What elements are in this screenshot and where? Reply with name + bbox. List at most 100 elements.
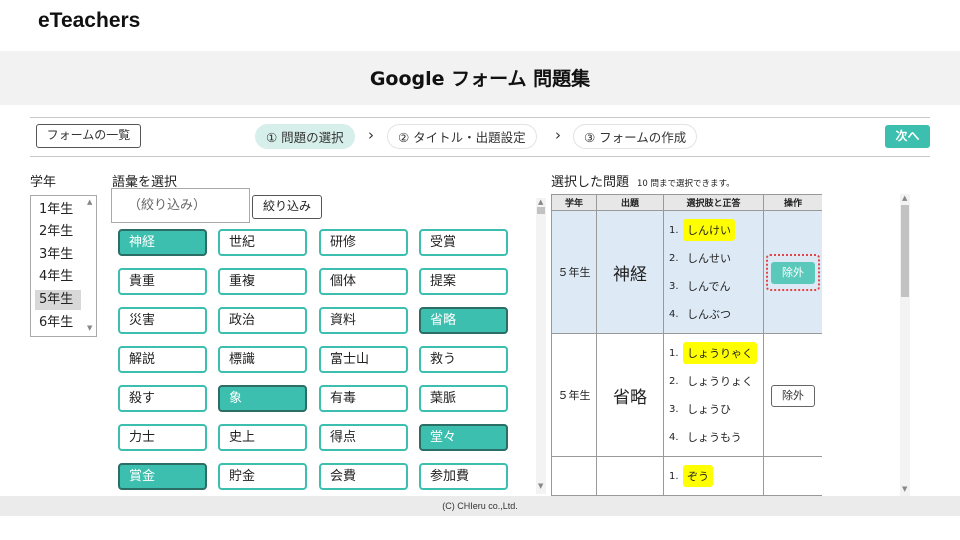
question-row: ５年生 神経 1. しんけい 2. しんせい 3. しんでん 4. しんぶつ 除外 <box>551 210 822 334</box>
question-word <box>596 456 664 496</box>
grade-option[interactable]: 1年生 <box>35 200 81 220</box>
vocab-chip[interactable]: 重複 <box>218 268 307 295</box>
vocab-chip[interactable]: 資料 <box>319 307 408 334</box>
selected-limit-note: 10 問まで選択できます。 <box>637 179 735 189</box>
choice-number: 1. <box>669 347 679 359</box>
scroll-up-icon[interactable]: ▲ <box>87 198 92 206</box>
step-title-settings[interactable]: ② タイトル・出題設定 <box>387 124 537 149</box>
page-title: Google フォーム 問題集 <box>369 68 591 90</box>
chevron-right-icon: › <box>368 126 374 144</box>
grade-option[interactable]: 4年生 <box>35 267 81 287</box>
brand-logo: eTeachers <box>38 9 141 32</box>
vocab-chip-selected[interactable]: 賞金 <box>118 463 207 490</box>
question-action <box>763 456 822 496</box>
vocab-chip[interactable]: 解説 <box>118 346 207 373</box>
filter-input[interactable]: （絞り込み） <box>111 188 250 223</box>
vocab-chip[interactable]: 会費 <box>319 463 408 490</box>
question-choices: 1. しょうりゃく 2. しょうりょく 3. しょうひ 4. しょうもう <box>663 333 764 457</box>
question-word: 神経 <box>596 210 664 334</box>
vocab-scrollbar[interactable]: ▲ ▼ <box>536 198 546 494</box>
vocab-chip[interactable]: 貯金 <box>218 463 307 490</box>
form-list-button[interactable]: フォームの一覧 <box>36 124 141 148</box>
scroll-down-icon[interactable]: ▼ <box>538 482 543 490</box>
question-action: 除外 <box>763 210 822 334</box>
vocab-chip[interactable]: 参加費 <box>419 463 508 490</box>
vocab-chip[interactable]: 災害 <box>118 307 207 334</box>
grade-label: 学年 <box>30 175 57 190</box>
choice-number: 4. <box>669 308 679 320</box>
vocab-chip[interactable]: 力士 <box>118 424 207 451</box>
choice-correct: しんけい <box>683 219 735 241</box>
vocab-chip[interactable]: 提案 <box>419 268 508 295</box>
choice-item: 2. しんせい <box>664 244 763 272</box>
column-header-choices: 選択肢と正答 <box>663 194 764 211</box>
choice-number: 1. <box>669 470 679 482</box>
choice-item: 1. しょうりゃく <box>664 339 763 367</box>
footer-copyright: (C) CHIeru co.,Ltd. <box>0 496 960 516</box>
table-scroll-thumb[interactable] <box>901 205 909 297</box>
vocab-chip[interactable]: 史上 <box>218 424 307 451</box>
scroll-up-icon[interactable]: ▲ <box>538 198 543 206</box>
selected-questions-table: 学年 出題 選択肢と正答 操作 ５年生 神経 1. しんけい 2. しんせい 3. しんでん 4… <box>551 194 822 496</box>
next-button[interactable]: 次へ <box>885 125 930 148</box>
choice-item: 3. しょうひ <box>664 395 763 423</box>
choice-number: 3. <box>669 403 679 415</box>
choice-text: しょうりょく <box>687 375 753 388</box>
choice-text: しんぶつ <box>687 308 731 321</box>
choice-number: 1. <box>669 224 679 236</box>
exclude-button[interactable]: 除外 <box>771 384 815 407</box>
vocab-scroll-thumb[interactable] <box>537 207 545 214</box>
selected-panel-header: 選択した問題 10 問まで選択できます。 <box>551 171 735 190</box>
vocab-chip[interactable]: 殺す <box>118 385 207 412</box>
grade-listbox[interactable]: 1年生 2年生 3年生 4年生 5年生 6年生 ▲ ▼ <box>30 195 97 337</box>
choice-item: 2. しょうりょく <box>664 367 763 395</box>
step-select-questions[interactable]: ① 問題の選択 <box>255 124 355 149</box>
grade-option[interactable]: 2年生 <box>35 222 81 242</box>
vocab-chip[interactable]: 研修 <box>319 229 408 256</box>
table-scrollbar[interactable]: ▲ ▼ <box>900 194 910 496</box>
step-create-form[interactable]: ③ フォームの作成 <box>573 124 698 149</box>
divider-steps <box>30 156 930 157</box>
question-row: 1. ぞう <box>551 456 822 496</box>
grade-option-selected[interactable]: 5年生 <box>35 290 81 310</box>
vocab-chip[interactable]: 政治 <box>218 307 307 334</box>
grade-option[interactable]: 6年生 <box>35 313 81 333</box>
vocab-chip[interactable]: 個体 <box>319 268 408 295</box>
chevron-right-icon: › <box>555 126 561 144</box>
scroll-up-icon[interactable]: ▲ <box>902 194 907 202</box>
vocab-chip[interactable]: 葉脈 <box>419 385 508 412</box>
question-grade <box>551 456 597 496</box>
vocab-chip-selected[interactable]: 象 <box>218 385 307 412</box>
vocab-chip[interactable]: 受賞 <box>419 229 508 256</box>
vocab-chip[interactable]: 標識 <box>218 346 307 373</box>
scroll-down-icon[interactable]: ▼ <box>902 485 907 493</box>
vocab-chip-selected[interactable]: 省略 <box>419 307 508 334</box>
vocab-chip-selected[interactable]: 神経 <box>118 229 207 256</box>
vocab-chip[interactable]: 世紀 <box>218 229 307 256</box>
choice-text: しんせい <box>687 252 731 265</box>
column-header-question: 出題 <box>596 194 664 211</box>
app-root: eTeachers Google フォーム 問題集 フォームの一覧 ① 問題の選… <box>0 0 960 540</box>
vocab-chip[interactable]: 富士山 <box>319 346 408 373</box>
vocab-chip[interactable]: 救う <box>419 346 508 373</box>
question-choices: 1. しんけい 2. しんせい 3. しんでん 4. しんぶつ <box>663 210 764 334</box>
choice-number: 4. <box>669 431 679 443</box>
choice-correct: ぞう <box>683 465 713 487</box>
choice-number: 3. <box>669 280 679 292</box>
vocab-chip[interactable]: 有毒 <box>319 385 408 412</box>
grade-option[interactable]: 3年生 <box>35 245 81 265</box>
choice-item: 3. しんでん <box>664 272 763 300</box>
exclude-button[interactable]: 除外 <box>771 261 815 284</box>
vocab-chip-selected[interactable]: 堂々 <box>419 424 508 451</box>
divider-top <box>30 117 930 118</box>
filter-button[interactable]: 絞り込み <box>252 195 322 219</box>
question-row: ５年生 省略 1. しょうりゃく 2. しょうりょく 3. しょうひ 4. しょうもう 除外 <box>551 333 822 457</box>
scroll-down-icon[interactable]: ▼ <box>87 324 92 332</box>
choice-item: 4. しょうもう <box>664 423 763 451</box>
vocab-chip[interactable]: 貴重 <box>118 268 207 295</box>
vocab-chip[interactable]: 得点 <box>319 424 408 451</box>
choice-number: 2. <box>669 375 679 387</box>
choice-correct: しょうりゃく <box>683 342 757 364</box>
focus-highlight: 除外 <box>766 253 820 291</box>
question-grade: ５年生 <box>551 333 597 457</box>
